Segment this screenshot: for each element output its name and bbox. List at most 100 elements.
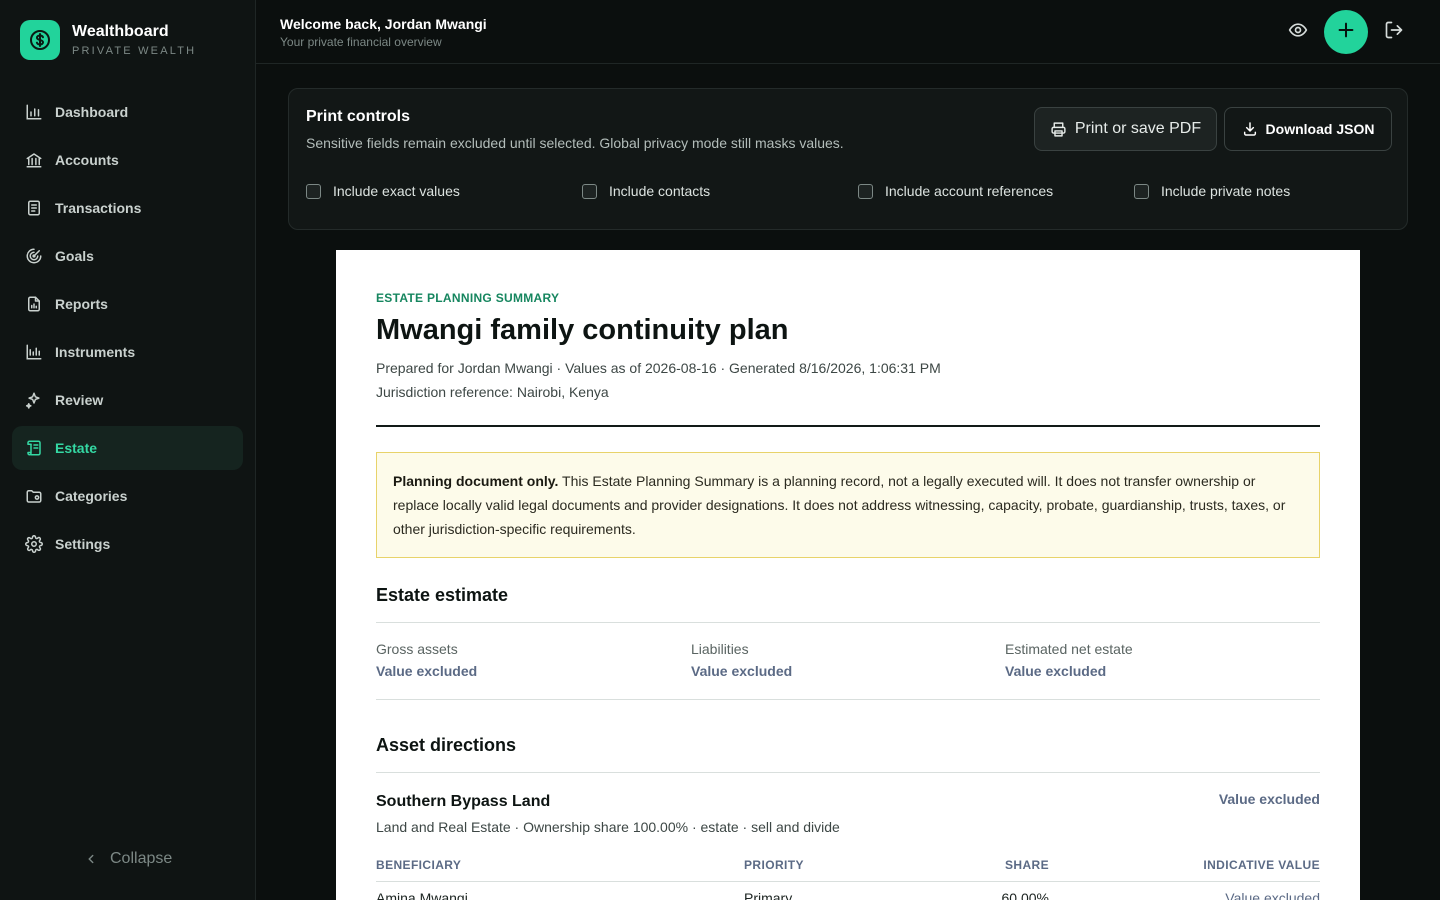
logout-button[interactable] [1382,20,1406,44]
sidebar-item-label: Settings [55,536,111,552]
bar-chart-icon [24,102,44,122]
target-icon [24,246,44,266]
print-button-label: Print or save PDF [1074,120,1202,137]
receipt-icon [24,198,44,218]
print-button[interactable]: Print or save PDF [1034,107,1217,151]
divider [376,622,1320,623]
download-json-label: Download JSON [1265,121,1375,137]
metric-value: Value excluded [691,663,793,679]
collapse-button[interactable]: Collapse [84,850,172,868]
sidebar-item-dashboard[interactable]: Dashboard [12,90,243,134]
sidebar-item-estate[interactable]: Estate [12,426,243,470]
checkbox-label: Include exact values [333,183,460,199]
include-contacts-checkbox[interactable]: Include contacts [582,183,858,199]
include-exact-values-checkbox[interactable]: Include exact values [306,183,582,199]
print-options: Include exact values Include contacts In… [306,183,1410,199]
collapse-label: Collapse [110,850,173,867]
asset-meta: Land and Real Estate · Ownership share 1… [376,819,840,835]
column-header-indicative-value: INDICATIVE VALUE [1203,858,1320,872]
download-icon [1242,121,1258,137]
sidebar-item-label: Instruments [55,344,136,360]
print-controls-description: Sensitive fields remain excluded until s… [306,135,844,151]
checkbox-box[interactable] [582,183,597,199]
dollar-logo-icon [20,20,60,60]
metric-net-estate: Estimated net estate Value excluded [1005,641,1133,679]
sidebar-item-label: Accounts [55,152,119,168]
print-controls-title: Print controls [306,108,411,125]
metric-value: Value excluded [1005,663,1107,679]
document-divider [376,425,1320,427]
estate-estimate-title: Estate estimate [376,585,509,605]
table-cell-beneficiary: Amina Mwangi [376,890,468,900]
scroll-icon [24,438,44,458]
sparkles-icon [24,390,44,410]
report-icon [24,294,44,314]
checkbox-box[interactable] [1134,183,1149,199]
folder-icon [24,486,44,506]
column-header-share: SHARE [1004,858,1049,872]
column-header-priority: PRIORITY [744,858,804,872]
checkbox-box[interactable] [306,183,321,199]
checkbox-box[interactable] [858,183,873,199]
divider [376,772,1320,773]
gear-icon [24,534,44,554]
checkbox-label: Include private notes [1161,183,1291,199]
document-meta: Prepared for Jordan Mwangi · Values as o… [376,360,941,376]
privacy-toggle-button[interactable] [1286,20,1310,44]
sidebar-item-reports[interactable]: Reports [12,282,243,326]
sidebar-item-label: Transactions [55,200,142,216]
metric-label: Estimated net estate [1005,641,1133,657]
metric-liabilities: Liabilities Value excluded [691,641,792,679]
sidebar-item-settings[interactable]: Settings [12,522,243,566]
sidebar-item-transactions[interactable]: Transactions [12,186,243,230]
sidebar-item-label: Review [55,392,104,408]
add-button[interactable] [1324,10,1368,54]
download-json-button[interactable]: Download JSON [1224,107,1392,151]
sidebar-nav: Dashboard Accounts Transactions Goals Re… [12,90,243,570]
include-private-notes-checkbox[interactable]: Include private notes [1134,183,1410,199]
sidebar-item-review[interactable]: Review [12,378,243,422]
brand[interactable]: Wealthboard PRIVATE WEALTH [20,20,196,60]
top-header: Welcome back, Jordan Mwangi Your private… [256,0,1440,64]
instruments-icon [24,342,44,362]
eye-icon [1288,20,1308,45]
printer-icon [1050,121,1067,138]
chevron-left-icon [84,852,98,866]
table-cell-value: Value excluded [1225,890,1320,900]
plus-icon [1335,19,1357,46]
metric-label: Gross assets [376,641,458,657]
metric-label: Liabilities [691,641,749,657]
brand-subtitle: PRIVATE WEALTH [72,45,197,57]
metric-value: Value excluded [376,663,478,679]
sidebar-item-goals[interactable]: Goals [12,234,243,278]
sidebar-item-label: Goals [55,248,94,264]
document-title: Mwangi family continuity plan [376,314,789,346]
checkbox-label: Include contacts [609,183,711,199]
brand-name: Wealthboard [72,23,169,40]
sidebar-item-accounts[interactable]: Accounts [12,138,243,182]
estate-document: ESTATE PLANNING SUMMARY Mwangi family co… [336,250,1360,900]
notice-heading: Planning document only. [393,473,559,489]
sidebar-item-instruments[interactable]: Instruments [12,330,243,374]
sidebar-item-label: Dashboard [55,104,129,120]
welcome-subtitle: Your private financial overview [280,35,442,49]
table-divider [376,881,1320,882]
bank-icon [24,150,44,170]
welcome-title: Welcome back, Jordan Mwangi [280,16,487,32]
include-account-references-checkbox[interactable]: Include account references [858,183,1134,199]
logout-icon [1384,20,1404,45]
document-eyebrow: ESTATE PLANNING SUMMARY [376,291,560,305]
checkbox-label: Include account references [885,183,1054,199]
table-cell-priority: Primary [744,890,793,900]
sidebar-item-categories[interactable]: Categories [12,474,243,518]
divider [376,699,1320,700]
sidebar-item-label: Categories [55,488,128,504]
asset-value: Value excluded [1218,791,1320,807]
column-header-beneficiary: BENEFICIARY [376,858,462,872]
jurisdiction-reference: Jurisdiction reference: Nairobi, Kenya [376,384,609,400]
sidebar: Wealthboard PRIVATE WEALTH Dashboard Acc… [0,0,256,900]
table-cell-share: 60.00% [1001,890,1049,900]
metric-gross-assets: Gross assets Value excluded [376,641,477,679]
sidebar-item-label: Estate [55,440,98,456]
planning-notice: Planning document only. This Estate Plan… [376,452,1320,558]
